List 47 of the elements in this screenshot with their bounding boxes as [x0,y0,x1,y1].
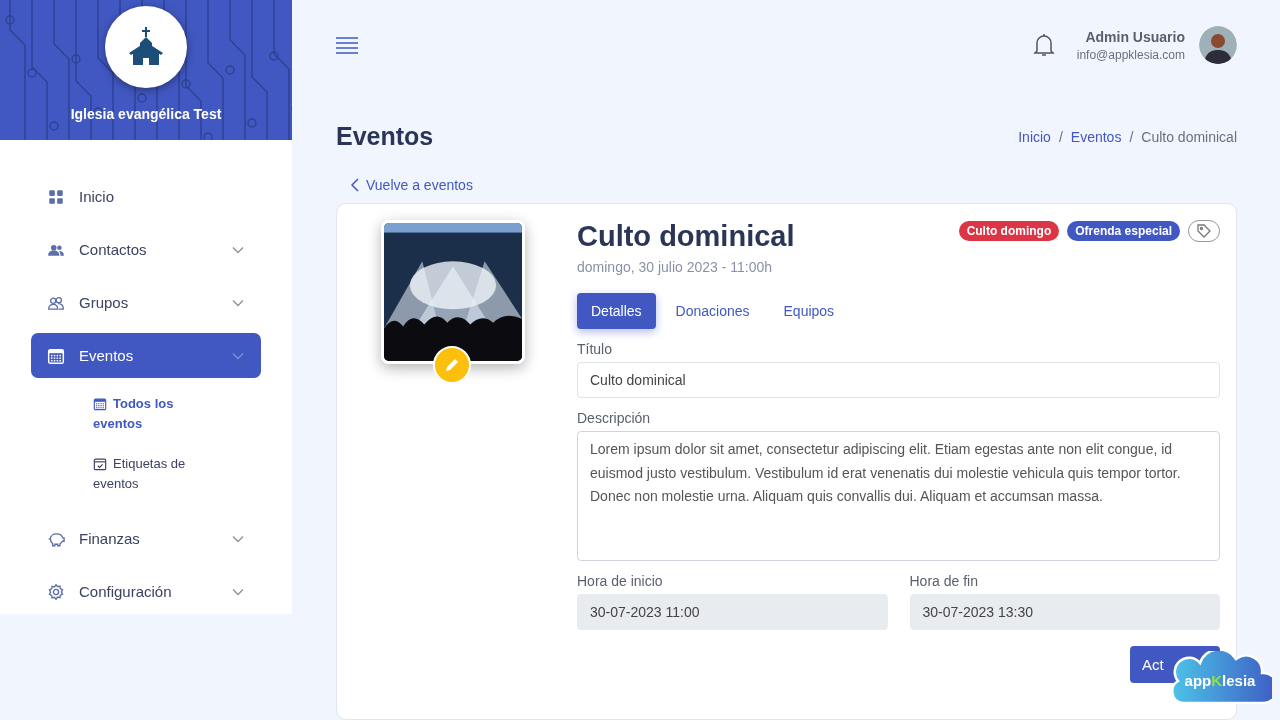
user-name: Admin Usuario [1085,28,1185,45]
organization-name: Iglesia evangélica Test [70,106,222,122]
start-time-field[interactable]: 30-07-2023 11:00 [577,594,888,630]
page-title: Eventos [336,122,434,151]
sidebar-item[interactable]: Inicio [31,174,261,219]
sidebar-item[interactable]: Configuración [31,569,261,614]
sidebar-item[interactable]: Finanzas [31,516,261,561]
tab[interactable]: Detalles [577,293,656,329]
event-title: Culto dominical [577,220,795,253]
field-label: Descripción [577,410,652,426]
calendar-icon [93,397,107,411]
settings-icon [47,582,65,601]
sidebar-item[interactable]: Eventos [31,333,261,378]
breadcrumb-link[interactable]: Inicio [1018,128,1051,145]
event-tag: Ofrenda especial [1067,221,1180,241]
event-date: domingo, 30 julio 2023 - 11:00h [577,259,774,275]
calendar-check-icon [93,457,107,471]
description-field[interactable]: Lorem ipsum dolor sit amet, consectetur adipiscing elit. Etiam egestas ante non elit congue, id euismod justo vestibulum. Vestibulum id erat venenatis dui molestie vehicula quis tempor tortor. Donec non molestie urna. Aliquam quis convallis dui. Aliquam et accumsan massa. [577,431,1220,561]
menu-icon[interactable] [336,36,358,54]
add-tag-button[interactable] [1188,220,1220,242]
breadcrumb-separator: / [1129,128,1134,145]
field-label: Título [577,341,613,357]
back-link[interactable]: Vuelve a eventos [366,177,473,193]
field-label: Hora de fin [909,573,979,589]
tab[interactable]: Donaciones [661,293,764,329]
chevron-left-icon [350,178,360,192]
pencil-icon [444,357,460,373]
field-label: Hora de inicio [577,573,664,589]
breadcrumb-current: Culto dominical [1141,128,1237,145]
submenu-item[interactable]: Etiquetas de eventos [93,454,213,494]
user-email: info@appklesia.com [1076,47,1185,62]
event-tag: Culto domingo [958,221,1060,241]
breadcrumb-separator: / [1058,128,1063,145]
breadcrumb-link[interactable]: Eventos [1070,128,1122,145]
submenu-item[interactable]: Todos los eventos [93,394,213,434]
title-field[interactable]: Culto dominical [577,362,1220,398]
user-avatar[interactable] [1199,26,1237,64]
tag-icon [1197,224,1211,238]
grid-icon [47,187,65,206]
end-time-field[interactable]: 30-07-2023 13:30 [909,594,1220,630]
bell-icon[interactable] [1032,33,1055,57]
edit-image-button[interactable] [433,346,471,384]
tab[interactable]: Equipos [769,293,849,329]
church-icon [129,27,163,67]
sidebar-item[interactable]: Grupos [31,280,261,325]
calendar-icon [47,346,65,365]
sidebar-item[interactable]: Contactos [31,227,261,272]
